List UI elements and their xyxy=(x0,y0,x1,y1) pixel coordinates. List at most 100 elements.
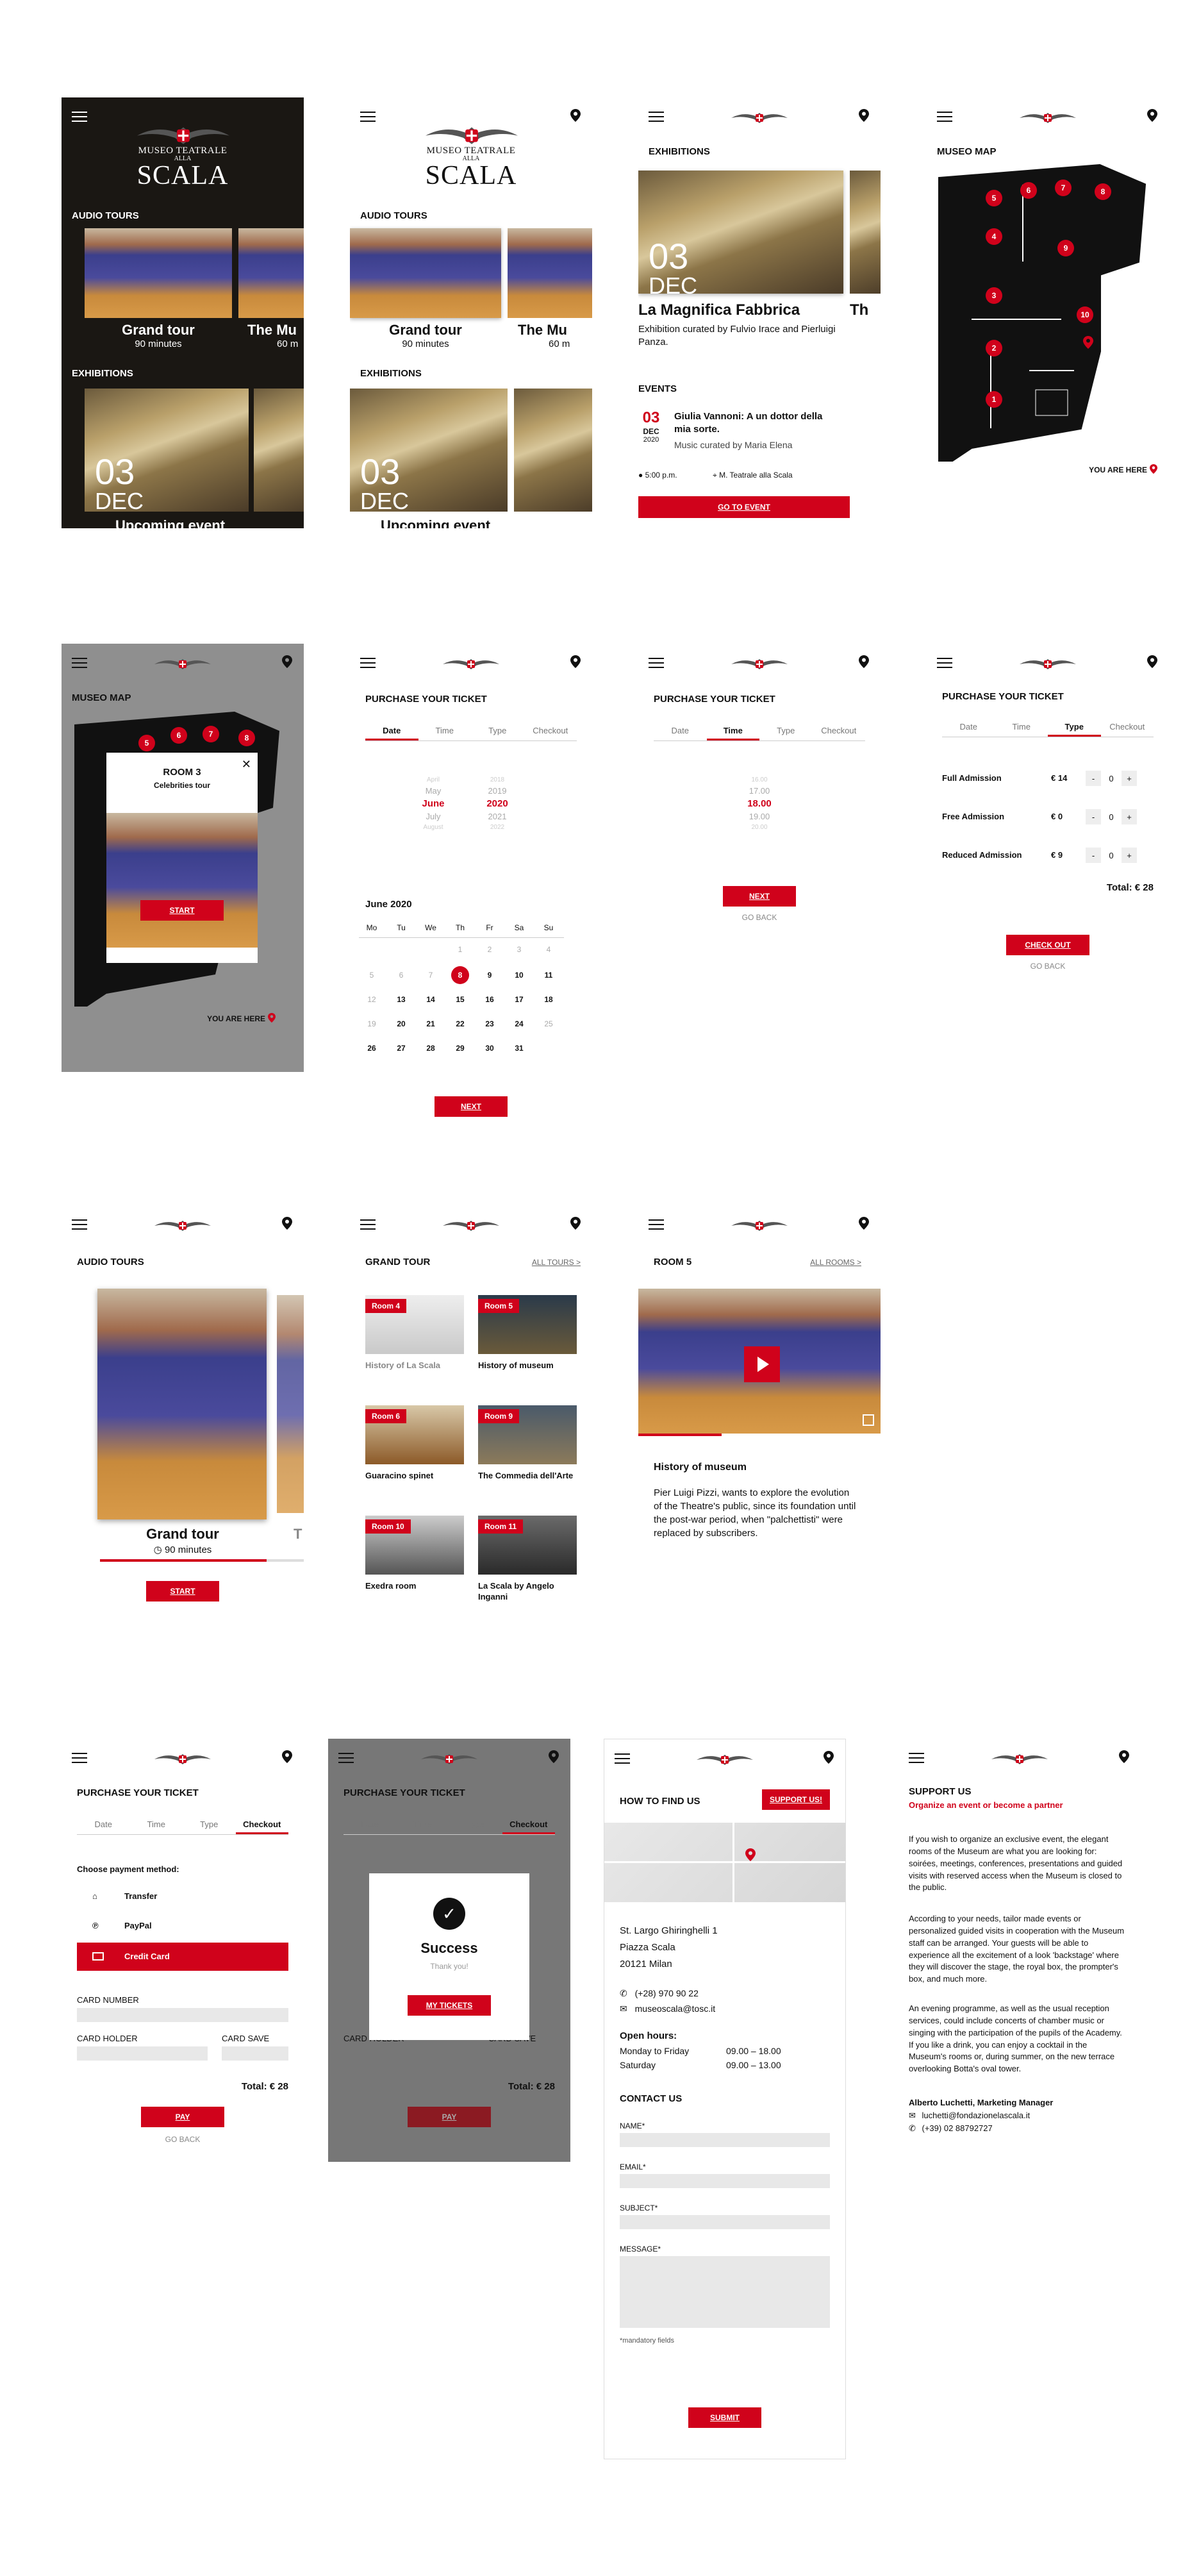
map-pin-icon[interactable] xyxy=(282,1217,292,1230)
year-picker[interactable]: 2018 2019 2020 2021 2022 xyxy=(472,776,523,832)
name-input[interactable] xyxy=(620,2133,830,2147)
calendar-day[interactable]: 21 xyxy=(418,1019,443,1028)
all-tours-link[interactable]: ALL TOURS > xyxy=(532,1258,581,1267)
calendar-day[interactable]: 18 xyxy=(536,995,561,1004)
menu-icon[interactable] xyxy=(649,1219,664,1230)
floor-plan[interactable] xyxy=(933,159,1151,467)
map-pin-icon[interactable] xyxy=(549,1750,559,1763)
tab-time[interactable]: Time xyxy=(706,722,759,740)
calendar-day[interactable]: 31 xyxy=(506,1044,532,1053)
map-pin-icon[interactable] xyxy=(824,1751,834,1764)
go-back-link[interactable]: GO BACK xyxy=(62,2135,304,2144)
calendar-day[interactable]: 16 xyxy=(477,995,502,1004)
contact-phone[interactable]: ✆ (+39) 02 88792727 xyxy=(909,2123,993,2134)
room-tile[interactable]: Room 4 xyxy=(365,1295,464,1354)
calendar-day[interactable]: 25 xyxy=(536,1019,561,1028)
calendar-day[interactable]: 22 xyxy=(447,1019,473,1028)
map-room-7[interactable]: 7 xyxy=(1055,180,1072,196)
calendar-day[interactable]: 30 xyxy=(477,1044,502,1053)
tab-checkout[interactable]: Checkout xyxy=(1101,718,1154,737)
menu-icon[interactable] xyxy=(360,658,376,668)
calendar-day-selected[interactable]: 8 xyxy=(451,966,469,984)
quantity-stepper[interactable]: -0 + xyxy=(1086,809,1137,824)
map-room-7[interactable]: 7 xyxy=(203,726,219,742)
month-picker[interactable]: April May June July August xyxy=(408,776,459,832)
tour-card-image[interactable] xyxy=(350,228,501,318)
minus-button[interactable]: - xyxy=(1086,848,1101,863)
menu-icon[interactable] xyxy=(649,658,664,668)
quantity-stepper[interactable]: -0 + xyxy=(1086,848,1137,863)
map-room-4[interactable]: 4 xyxy=(986,228,1002,245)
calendar-day[interactable]: 28 xyxy=(418,1044,443,1053)
card-number-input[interactable] xyxy=(77,2008,288,2022)
menu-icon[interactable] xyxy=(615,1753,630,1764)
menu-icon[interactable] xyxy=(937,658,952,668)
menu-icon[interactable] xyxy=(360,112,376,122)
menu-icon[interactable] xyxy=(72,1753,87,1763)
calendar-day[interactable]: 24 xyxy=(506,1019,532,1028)
contact-email[interactable]: ✉ luchetti@fondazionelascala.it xyxy=(909,2111,1030,2121)
calendar-day[interactable]: 27 xyxy=(388,1044,414,1053)
menu-icon[interactable] xyxy=(937,112,952,122)
tab-date[interactable]: Date xyxy=(77,1816,130,1834)
payment-method-paypal[interactable]: ℗ PayPal xyxy=(77,1913,288,1939)
map-pin-icon[interactable] xyxy=(859,109,869,122)
tab-time[interactable]: Time xyxy=(995,718,1048,737)
exhibition-name[interactable]: La Magnifica Fabbrica xyxy=(638,301,800,319)
video-progress[interactable] xyxy=(638,1434,722,1436)
menu-icon[interactable] xyxy=(360,1219,376,1230)
map-pin-icon[interactable] xyxy=(570,109,581,122)
plus-button[interactable]: + xyxy=(1122,809,1137,824)
minus-button[interactable]: - xyxy=(1086,771,1101,786)
map-pin-icon[interactable] xyxy=(282,1750,292,1763)
map-room-8[interactable]: 8 xyxy=(238,730,255,746)
email-input[interactable] xyxy=(620,2174,830,2188)
map-pin-icon[interactable] xyxy=(859,655,869,668)
tab-type[interactable]: Type xyxy=(471,722,524,740)
support-us-button[interactable]: SUPPORT US! xyxy=(761,1789,830,1810)
map-pin-icon[interactable] xyxy=(570,1217,581,1230)
tour-card-image[interactable] xyxy=(85,228,232,318)
exhibition-card-next[interactable] xyxy=(514,389,592,512)
map-room-8[interactable]: 8 xyxy=(1095,183,1111,200)
fullscreen-icon[interactable] xyxy=(863,1414,874,1426)
tab-type[interactable]: Type xyxy=(1048,718,1101,737)
tab-type[interactable]: Type xyxy=(759,722,813,740)
subject-input[interactable] xyxy=(620,2215,830,2229)
calendar-day[interactable]: 29 xyxy=(447,1044,473,1053)
menu-icon[interactable] xyxy=(72,1219,87,1230)
calendar-day[interactable]: 15 xyxy=(447,995,473,1004)
calendar-day[interactable]: 19 xyxy=(359,1019,385,1028)
calendar-day[interactable]: 6 xyxy=(388,971,414,980)
tour-progress-bar[interactable] xyxy=(100,1559,267,1562)
map-room-3[interactable]: 3 xyxy=(986,287,1002,304)
calendar-day[interactable]: 1 xyxy=(447,945,473,954)
time-picker[interactable]: 16.00 17.00 18.00 19.00 20.00 xyxy=(638,776,881,832)
card-holder-input[interactable] xyxy=(77,2046,208,2061)
calendar-day[interactable]: 20 xyxy=(388,1019,414,1028)
map-room-6[interactable]: 6 xyxy=(1020,182,1037,199)
pay-button[interactable]: PAY xyxy=(141,2107,224,2127)
card-save-input[interactable] xyxy=(222,2046,288,2061)
map-room-10[interactable]: 10 xyxy=(1077,306,1093,323)
go-to-event-button[interactable]: GO TO EVENT xyxy=(638,496,850,518)
map-room-5[interactable]: 5 xyxy=(138,735,155,751)
my-tickets-button[interactable]: MY TICKETS xyxy=(408,1995,491,2016)
tab-date[interactable]: Date xyxy=(942,718,995,737)
tour-card-image[interactable] xyxy=(97,1289,267,1519)
map-pin-icon[interactable] xyxy=(859,1217,869,1230)
room-tile[interactable]: Room 6 xyxy=(365,1405,464,1464)
calendar-day[interactable]: 9 xyxy=(477,971,502,980)
calendar-day[interactable]: 2 xyxy=(477,945,502,954)
check-out-button[interactable]: CHECK OUT xyxy=(1006,935,1089,955)
minus-button[interactable]: - xyxy=(1086,809,1101,824)
popup-start-button[interactable]: START xyxy=(140,900,224,921)
menu-icon[interactable] xyxy=(338,1753,354,1763)
calendar-day[interactable]: 17 xyxy=(506,995,532,1004)
tab-date[interactable]: Date xyxy=(365,722,418,740)
map-pin-icon[interactable] xyxy=(282,655,292,668)
tour-card-image-next[interactable] xyxy=(277,1295,304,1513)
map-pin-icon[interactable] xyxy=(1119,1750,1129,1763)
map-pin-icon[interactable] xyxy=(1147,655,1157,668)
calendar-day[interactable]: 13 xyxy=(388,995,414,1004)
